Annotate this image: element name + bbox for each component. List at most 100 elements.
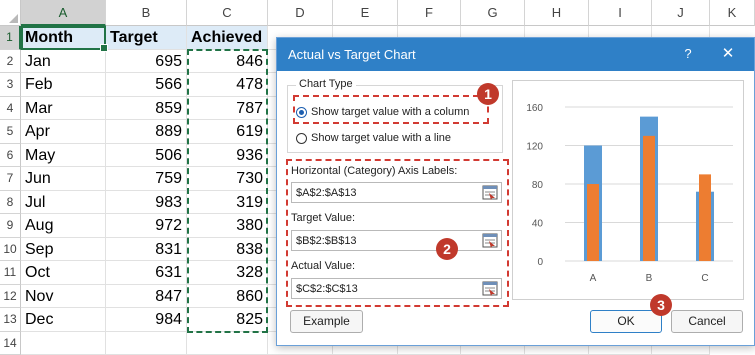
table-cell[interactable]: 825	[187, 308, 268, 332]
actual-bar	[587, 184, 599, 261]
table-cell[interactable]: May	[21, 144, 106, 168]
header-cell[interactable]: Target	[106, 26, 187, 50]
dialog-titlebar[interactable]: Actual vs Target Chart ? ✕	[277, 38, 754, 71]
column-header-j[interactable]: J	[652, 0, 710, 26]
row-header-14[interactable]: 14	[0, 332, 21, 355]
preview-chart-svg: 04080120160ABC	[513, 81, 743, 299]
table-cell[interactable]: 319	[187, 191, 268, 215]
table-cell[interactable]: 859	[106, 97, 187, 121]
x-tick-label: C	[701, 273, 708, 284]
column-header-h[interactable]: H	[525, 0, 589, 26]
row-header-1[interactable]: 1	[0, 26, 21, 50]
row-header-7[interactable]: 7	[0, 167, 21, 191]
table-cell[interactable]: 759	[106, 167, 187, 191]
actual-value-input[interactable]	[292, 279, 486, 298]
table-cell[interactable]: 972	[106, 214, 187, 238]
column-header-c[interactable]: C	[187, 0, 268, 26]
table-cell[interactable]: 984	[106, 308, 187, 332]
row-header-12[interactable]: 12	[0, 285, 21, 309]
category-axis-field	[291, 182, 502, 203]
column-header-d[interactable]: D	[268, 0, 333, 26]
step-badge-3: 3	[650, 294, 672, 316]
table-cell[interactable]: Apr	[21, 120, 106, 144]
table-cell[interactable]: Jun	[21, 167, 106, 191]
column-header-e[interactable]: E	[333, 0, 398, 26]
column-header-a[interactable]: A	[21, 0, 106, 26]
header-cell[interactable]: Achieved	[187, 26, 268, 50]
y-tick-label: 80	[532, 180, 544, 191]
row-header-6[interactable]: 6	[0, 144, 21, 168]
example-button[interactable]: Example	[290, 310, 363, 333]
table-cell[interactable]: Dec	[21, 308, 106, 332]
table-cell[interactable]: 506	[106, 144, 187, 168]
option-line[interactable]: Show target value with a line	[296, 130, 451, 146]
column-header-g[interactable]: G	[461, 0, 525, 26]
table-cell[interactable]: 838	[187, 238, 268, 262]
column-header-i[interactable]: I	[589, 0, 652, 26]
column-header-k[interactable]: K	[710, 0, 755, 26]
table-cell[interactable]: 619	[187, 120, 268, 144]
empty-cell[interactable]	[187, 332, 268, 355]
table-cell[interactable]: Jan	[21, 50, 106, 74]
table-cell[interactable]: Mar	[21, 97, 106, 121]
actual-value-field	[291, 278, 502, 299]
table-cell[interactable]: Jul	[21, 191, 106, 215]
ok-button[interactable]: OK	[590, 310, 662, 333]
table-cell[interactable]: Sep	[21, 238, 106, 262]
table-cell[interactable]: 983	[106, 191, 187, 215]
radio-line[interactable]	[296, 133, 307, 144]
table-cell[interactable]: Aug	[21, 214, 106, 238]
range-select-icon[interactable]	[482, 233, 498, 248]
table-cell[interactable]: 846	[187, 50, 268, 74]
chart-type-legend: Chart Type	[296, 78, 356, 90]
column-header-b[interactable]: B	[106, 0, 187, 26]
y-tick-label: 0	[537, 257, 543, 268]
chart-type-group: Chart Type Show target value with a colu…	[287, 85, 503, 153]
table-cell[interactable]: 566	[106, 73, 187, 97]
close-button[interactable]: ✕	[719, 45, 737, 63]
table-cell[interactable]: 380	[187, 214, 268, 238]
category-axis-input[interactable]	[292, 183, 486, 202]
empty-cell[interactable]	[21, 332, 106, 355]
table-cell[interactable]: 847	[106, 285, 187, 309]
help-button[interactable]: ?	[680, 46, 696, 62]
empty-cell[interactable]	[106, 332, 187, 355]
row-header-8[interactable]: 8	[0, 191, 21, 215]
table-cell[interactable]: 860	[187, 285, 268, 309]
row-header-9[interactable]: 9	[0, 214, 21, 238]
table-cell[interactable]: 478	[187, 73, 268, 97]
actual-value-label: Actual Value:	[291, 260, 355, 272]
row-header-11[interactable]: 11	[0, 261, 21, 285]
row-header-3[interactable]: 3	[0, 73, 21, 97]
select-all-corner[interactable]	[0, 0, 21, 26]
table-cell[interactable]: 787	[187, 97, 268, 121]
range-select-icon[interactable]	[482, 281, 498, 296]
row-header-10[interactable]: 10	[0, 238, 21, 262]
table-cell[interactable]: 730	[187, 167, 268, 191]
table-cell[interactable]: Oct	[21, 261, 106, 285]
column-header-f[interactable]: F	[398, 0, 461, 26]
range-select-icon[interactable]	[482, 185, 498, 200]
row-header-13[interactable]: 13	[0, 308, 21, 332]
step-badge-1: 1	[477, 83, 499, 105]
option-column[interactable]: Show target value with a column	[296, 104, 469, 120]
table-cell[interactable]: 631	[106, 261, 187, 285]
dialog-title: Actual vs Target Chart	[288, 47, 416, 62]
header-cell[interactable]: Month	[21, 26, 106, 50]
table-cell[interactable]: 889	[106, 120, 187, 144]
table-cell[interactable]: 936	[187, 144, 268, 168]
table-cell[interactable]: 831	[106, 238, 187, 262]
row-header-5[interactable]: 5	[0, 120, 21, 144]
table-cell[interactable]: 695	[106, 50, 187, 74]
table-cell[interactable]: 328	[187, 261, 268, 285]
row-header-2[interactable]: 2	[0, 50, 21, 74]
cancel-button[interactable]: Cancel	[671, 310, 743, 333]
table-cell[interactable]: Nov	[21, 285, 106, 309]
option-column-label: Show target value with a column	[311, 106, 469, 118]
table-cell[interactable]: Feb	[21, 73, 106, 97]
radio-column[interactable]	[296, 107, 307, 118]
chart-preview: 04080120160ABC	[512, 80, 744, 300]
target-value-label: Target Value:	[291, 212, 355, 224]
row-header-4[interactable]: 4	[0, 97, 21, 121]
y-tick-label: 40	[532, 219, 544, 230]
